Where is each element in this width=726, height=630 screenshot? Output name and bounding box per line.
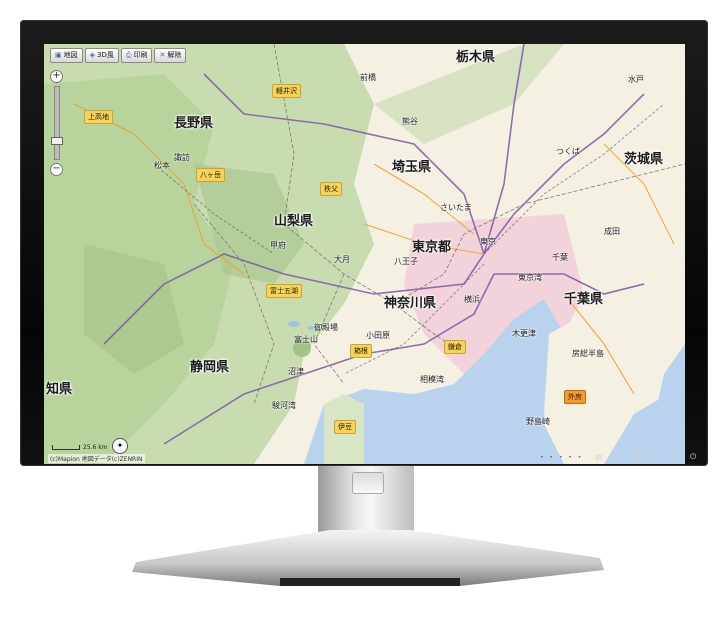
- tag-karuizawa[interactable]: 軽井沢: [272, 84, 301, 98]
- city-label-narita: 成田: [604, 227, 620, 236]
- city-label-gotemba: 御殿場: [314, 323, 338, 332]
- pref-label-aichi: 知県: [46, 382, 73, 397]
- clear-icon: ✕: [159, 51, 166, 59]
- pref-label-tokyo: 東京都: [412, 240, 452, 255]
- zoom-in-button[interactable]: +: [50, 70, 63, 83]
- map-mode-label: 地図: [63, 51, 78, 59]
- map-scale: 25.6 km: [52, 444, 108, 451]
- pref-label-saitama: 埼玉県: [392, 160, 432, 175]
- minus-icon[interactable]: −: [653, 453, 660, 462]
- panel-icon[interactable]: ▥: [633, 453, 641, 462]
- pref-label-chiba: 千葉県: [564, 292, 604, 307]
- monitor-stand-base: [132, 530, 604, 586]
- city-label-matsumoto: 松本: [154, 161, 170, 170]
- city-label-kumagaya: 熊谷: [402, 117, 418, 126]
- print-icon: ⎙: [125, 51, 132, 59]
- city-label-kofu: 甲府: [270, 241, 286, 250]
- city-label-sagami-bay: 相模湾: [420, 375, 444, 384]
- city-label-suwa: 諏訪: [174, 153, 190, 162]
- clear-label: 解除: [167, 51, 182, 59]
- monitor-frame: ▣ 地図 ◈ 3D風 ⎙ 印刷 ✕ 解除 + − 栃木県 長野県 埼玉県 茨城県…: [20, 20, 708, 466]
- pref-label-tochigi: 栃木県: [456, 50, 496, 65]
- city-label-otsuki: 大月: [334, 255, 350, 264]
- city-label-yokohama: 横浜: [464, 295, 480, 304]
- pref-label-shizuoka: 静岡県: [190, 360, 230, 375]
- city-label-fujisan: 富士山: [294, 335, 318, 344]
- power-icon[interactable]: ⏻: [690, 452, 696, 462]
- city-label-tokyo: 東京: [480, 237, 496, 246]
- city-label-odawara: 小田原: [366, 331, 390, 340]
- city-label-tokyo-bay: 東京湾: [518, 273, 542, 282]
- view-3d-button[interactable]: ◈ 3D風: [84, 48, 119, 63]
- tag-yatsugatake[interactable]: 八ヶ岳: [196, 168, 225, 182]
- city-label-boso: 房総半島: [572, 349, 604, 358]
- view-3d-icon: ◈: [89, 51, 96, 59]
- pref-label-nagano: 長野県: [174, 116, 214, 131]
- tag-hakone[interactable]: 箱根: [350, 344, 372, 358]
- city-label-tsukuba: つくば: [556, 147, 580, 156]
- tag-kamakura[interactable]: 鎌倉: [444, 340, 466, 354]
- scale-bar: [52, 445, 80, 450]
- zoom-out-button[interactable]: −: [50, 163, 63, 176]
- pref-label-yamanashi: 山梨県: [274, 214, 314, 229]
- city-label-mito: 水戸: [628, 75, 644, 84]
- plus-icon[interactable]: +: [671, 453, 678, 462]
- zoom-control: + −: [50, 70, 64, 182]
- tag-sotobo[interactable]: 外房: [564, 390, 586, 404]
- input-icon[interactable]: ⊟: [595, 453, 602, 462]
- map-toolbar: ▣ 地図 ◈ 3D風 ⎙ 印刷 ✕ 解除: [50, 48, 187, 63]
- city-label-suruga-bay: 駿河湾: [272, 401, 296, 410]
- bezel-indicator-dots: • • • • •: [540, 453, 584, 461]
- clear-button[interactable]: ✕ 解除: [154, 48, 187, 63]
- print-label: 印刷: [133, 51, 148, 59]
- map-screen[interactable]: ▣ 地図 ◈ 3D風 ⎙ 印刷 ✕ 解除 + − 栃木県 長野県 埼玉県 茨城県…: [44, 44, 685, 464]
- tag-fujigoko[interactable]: 富士五湖: [266, 284, 302, 298]
- menu-icon[interactable]: ◎: [614, 453, 621, 462]
- print-button[interactable]: ⎙ 印刷: [120, 48, 153, 63]
- city-label-maebashi: 前橋: [360, 73, 376, 82]
- city-label-saitama: さいたま: [440, 203, 472, 212]
- city-label-hachioji: 八王子: [394, 257, 418, 266]
- zoom-slider-thumb[interactable]: [51, 137, 63, 145]
- map-icon: ▣: [55, 51, 62, 59]
- map-mode-button[interactable]: ▣ 地図: [50, 48, 83, 63]
- city-label-nojimazaki: 野島崎: [526, 417, 550, 426]
- city-label-kisarazu: 木更津: [512, 329, 536, 338]
- pref-label-ibaraki: 茨城県: [624, 152, 664, 167]
- view-3d-label: 3D風: [97, 51, 114, 59]
- zoom-slider-track[interactable]: [51, 86, 63, 160]
- city-label-numazu: 沼津: [288, 367, 304, 376]
- tag-kamikochi[interactable]: 上高地: [84, 110, 113, 124]
- tag-izu[interactable]: 伊豆: [334, 420, 356, 434]
- pref-label-kanagawa: 神奈川県: [384, 296, 437, 311]
- map-copyright: (c)Mapion 地図データ(c)ZENRIN: [48, 454, 145, 463]
- tag-chichibu[interactable]: 秩父: [320, 182, 342, 196]
- map-canvas[interactable]: [44, 44, 685, 464]
- compass-icon[interactable]: ✦: [112, 438, 128, 454]
- bezel-controls: • • • • • ⊟ ◎ ▥ − + ⏻: [540, 452, 696, 462]
- stand-cable-hole: [352, 472, 384, 494]
- scale-label: 25.6 km: [83, 444, 108, 451]
- city-label-chiba: 千葉: [552, 253, 568, 262]
